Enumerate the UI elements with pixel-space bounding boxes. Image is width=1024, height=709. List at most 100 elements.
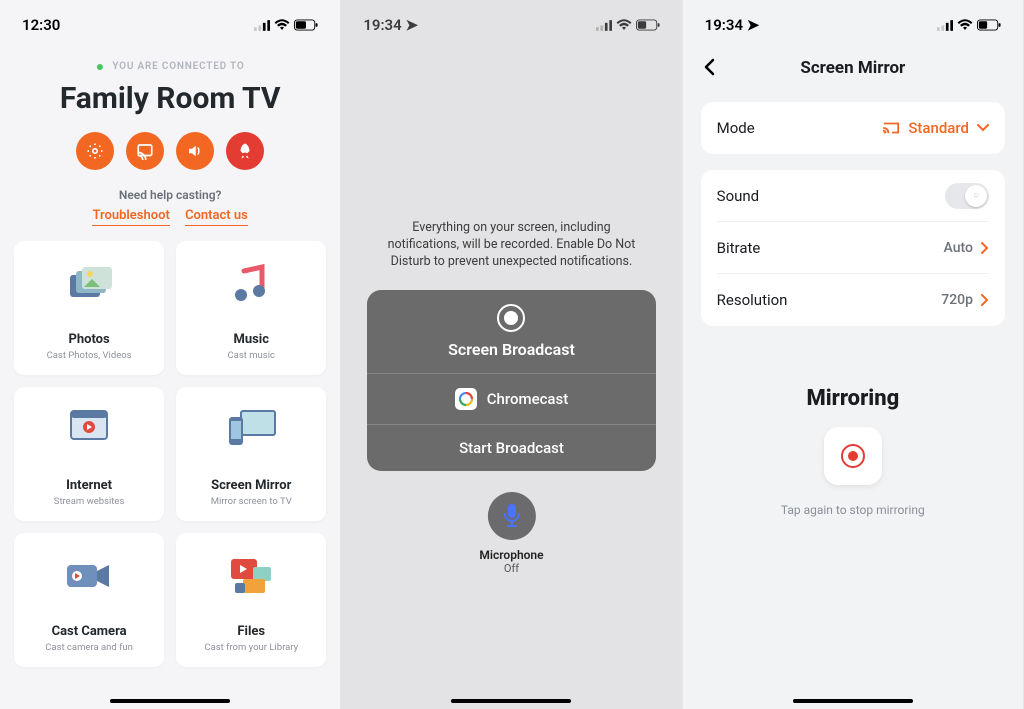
card-sub: Cast Photos, Videos xyxy=(47,350,132,361)
resolution-label: Resolution xyxy=(717,291,788,309)
record-icon xyxy=(497,304,525,332)
chevron-down-icon xyxy=(977,124,989,132)
status-icons xyxy=(937,19,1001,31)
settings-button[interactable] xyxy=(76,132,114,170)
home-indicator[interactable] xyxy=(451,699,571,703)
status-icons xyxy=(254,19,318,31)
feature-grid: Photos Cast Photos, Videos Music Cast mu… xyxy=(0,223,340,667)
volume-button[interactable] xyxy=(176,132,214,170)
chromecast-app-icon xyxy=(455,388,477,410)
signal-icon xyxy=(254,20,270,31)
chevron-right-icon xyxy=(981,242,989,254)
connected-label: YOU ARE CONNECTED TO xyxy=(112,61,244,72)
screen-mirror-icon xyxy=(223,407,279,455)
card-sub: Stream websites xyxy=(54,496,125,507)
wifi-icon xyxy=(616,19,632,31)
card-screen-mirror[interactable]: Screen Mirror Mirror screen to TV xyxy=(176,387,326,521)
action-buttons xyxy=(0,132,340,170)
header: ● YOU ARE CONNECTED TO Family Room TV Ne… xyxy=(0,40,340,223)
mirroring-title: Mirroring xyxy=(683,386,1023,411)
internet-icon xyxy=(65,407,113,455)
location-icon: ➤ xyxy=(405,16,418,34)
card-photos[interactable]: Photos Cast Photos, Videos xyxy=(14,241,164,375)
sound-toggle[interactable]: ○ xyxy=(945,183,989,209)
card-sub: Cast music xyxy=(228,350,275,361)
bitrate-value: Auto xyxy=(944,240,973,256)
mode-label: Mode xyxy=(717,119,755,137)
broadcast-notice: Everything on your screen, including not… xyxy=(341,40,681,271)
status-bar: 19:34 ➤ xyxy=(341,0,681,40)
status-time: 19:34 ➤ xyxy=(363,16,418,34)
battery-icon xyxy=(636,19,660,31)
signal-icon xyxy=(937,20,953,31)
status-time: 12:30 xyxy=(22,16,60,34)
start-broadcast-button[interactable]: Start Broadcast xyxy=(367,425,655,471)
connection-status: ● YOU ARE CONNECTED TO xyxy=(0,58,340,75)
card-title: Files xyxy=(237,624,265,639)
rocket-icon xyxy=(236,142,254,160)
status-bar: 12:30 xyxy=(0,0,340,40)
home-indicator[interactable] xyxy=(110,699,230,703)
settings-panel: Sound ○ Bitrate Auto Resolution 720p xyxy=(701,170,1005,326)
troubleshoot-link[interactable]: Troubleshoot xyxy=(92,208,169,226)
screen-mirror-settings: 19:34 ➤ Screen Mirror Mode Standard Soun… xyxy=(683,0,1024,709)
cast-button[interactable] xyxy=(126,132,164,170)
mode-row[interactable]: Mode Standard xyxy=(717,102,989,154)
boost-button[interactable] xyxy=(226,132,264,170)
resolution-value-wrap: 720p xyxy=(941,292,989,308)
chevron-right-icon xyxy=(981,294,989,306)
battery-icon xyxy=(294,19,318,31)
status-dot-icon: ● xyxy=(96,59,105,75)
music-icon xyxy=(228,261,274,311)
broadcast-card: Screen Broadcast Chromecast Start Broadc… xyxy=(367,290,655,471)
broadcast-header: Screen Broadcast xyxy=(367,290,655,374)
card-internet[interactable]: Internet Stream websites xyxy=(14,387,164,521)
microphone-label: Microphone xyxy=(479,548,543,562)
card-files[interactable]: Files Cast from your Library xyxy=(176,533,326,667)
start-broadcast-label: Start Broadcast xyxy=(459,439,564,457)
mirroring-hint: Tap again to stop mirroring xyxy=(683,503,1023,517)
volume-icon xyxy=(186,142,204,160)
card-title: Screen Mirror xyxy=(211,478,291,493)
card-title: Internet xyxy=(66,478,112,493)
wifi-icon xyxy=(957,19,973,31)
resolution-value: 720p xyxy=(941,292,973,308)
location-icon: ➤ xyxy=(747,16,760,34)
record-icon xyxy=(841,444,865,468)
resolution-row[interactable]: Resolution 720p xyxy=(717,274,989,326)
device-name: Family Room TV xyxy=(0,81,340,116)
card-sub: Mirror screen to TV xyxy=(211,496,292,507)
microphone-button[interactable] xyxy=(487,492,535,540)
microphone-control: Microphone Off xyxy=(479,492,543,575)
card-cast-camera[interactable]: Cast Camera Cast camera and fun xyxy=(14,533,164,667)
screen-home: 12:30 ● YOU ARE CONNECTED TO Family Room… xyxy=(0,0,341,709)
mirroring-record-button[interactable] xyxy=(824,427,882,485)
broadcast-title: Screen Broadcast xyxy=(448,340,575,359)
contact-link[interactable]: Contact us xyxy=(185,208,248,226)
microphone-state: Off xyxy=(504,562,519,575)
page-title: Screen Mirror xyxy=(800,58,905,78)
signal-icon xyxy=(596,20,612,31)
card-music[interactable]: Music Cast music xyxy=(176,241,326,375)
sound-row[interactable]: Sound ○ xyxy=(717,170,989,222)
files-icon xyxy=(225,553,277,603)
help-links: Troubleshoot Contact us xyxy=(0,208,340,223)
mode-value: Standard xyxy=(908,119,969,137)
bitrate-row[interactable]: Bitrate Auto xyxy=(717,222,989,274)
microphone-icon xyxy=(501,504,521,528)
broadcast-app-row[interactable]: Chromecast xyxy=(367,374,655,425)
battery-icon xyxy=(977,19,1001,31)
mode-panel: Mode Standard xyxy=(701,102,1005,154)
card-title: Photos xyxy=(68,332,109,347)
card-sub: Cast camera and fun xyxy=(45,642,133,653)
cast-icon xyxy=(136,142,154,160)
home-indicator[interactable] xyxy=(793,699,913,703)
mode-value-wrap: Standard xyxy=(882,119,989,137)
back-button[interactable] xyxy=(703,58,715,80)
bitrate-label: Bitrate xyxy=(717,239,761,257)
card-title: Music xyxy=(233,332,269,347)
mirroring-section: Mirroring Tap again to stop mirroring xyxy=(683,386,1023,517)
card-title: Cast Camera xyxy=(52,624,127,639)
help-question: Need help casting? xyxy=(0,188,340,202)
bitrate-value-wrap: Auto xyxy=(944,240,989,256)
